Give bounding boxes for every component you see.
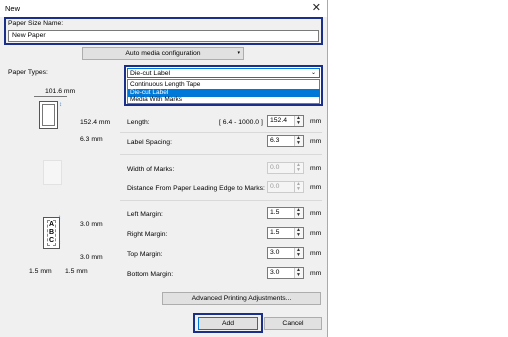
close-icon[interactable]: ✕ bbox=[312, 1, 321, 15]
length-range-label: [ 6.4 - 1000.0 ] bbox=[219, 119, 263, 126]
paper-types-group: Die-cut Label ⌄ Continuous Length Tape D… bbox=[124, 65, 323, 106]
length-stepper[interactable]: ▲ ▼ bbox=[294, 116, 303, 126]
left-margin-input[interactable]: 1.5 ▲ ▼ bbox=[267, 207, 304, 219]
length-input[interactable]: 152.4 ▲ ▼ bbox=[267, 115, 304, 127]
width-of-marks-value: 0.0 bbox=[270, 164, 280, 171]
paper-size-name-label: Paper Size Name: bbox=[8, 20, 64, 27]
right-margin-value: 1.5 bbox=[270, 229, 280, 236]
separator bbox=[120, 132, 322, 133]
length-value: 152.4 bbox=[270, 117, 288, 124]
title-bar: New ✕ bbox=[0, 0, 327, 17]
paper-types-label: Paper Types: bbox=[8, 69, 48, 76]
distance-to-marks-value: 0.0 bbox=[270, 183, 280, 190]
width-of-marks-input: 0.0 ▲ ▼ bbox=[267, 162, 304, 174]
right-margin-input[interactable]: 1.5 ▲ ▼ bbox=[267, 227, 304, 239]
window-title: New bbox=[5, 4, 21, 13]
auto-media-configuration-button[interactable]: Auto media configuration ▾ bbox=[82, 47, 244, 60]
top-margin-stepper[interactable]: ▲ ▼ bbox=[294, 248, 303, 258]
label-spacing-input[interactable]: 6.3 ▲ ▼ bbox=[267, 135, 304, 147]
label-preview-icon bbox=[39, 101, 58, 129]
right-margin-stepper[interactable]: ▲ ▼ bbox=[294, 228, 303, 238]
paper-types-selected-value: Die-cut Label bbox=[130, 70, 171, 77]
right-margin-unit: mm bbox=[310, 230, 322, 237]
preview-left-margin-label: 1.5 mm bbox=[29, 268, 52, 275]
dropdown-arrow-icon: ▾ bbox=[237, 50, 240, 56]
distance-to-marks-stepper: ▲ ▼ bbox=[294, 182, 303, 192]
right-margin-label: Right Margin: bbox=[127, 231, 168, 238]
left-margin-stepper[interactable]: ▲ ▼ bbox=[294, 208, 303, 218]
separator bbox=[120, 154, 322, 155]
bottom-margin-value: 3.0 bbox=[270, 269, 280, 276]
label-spacing-unit: mm bbox=[310, 138, 322, 145]
separator bbox=[120, 200, 322, 201]
preview-top-margin-label: 3.0 mm bbox=[80, 221, 103, 228]
marks-preview-icon bbox=[43, 160, 62, 185]
label-spacing-stepper[interactable]: ▲ ▼ bbox=[294, 136, 303, 146]
bottom-margin-arrow-icon: ↕ bbox=[58, 240, 61, 246]
width-of-marks-label: Width of Marks: bbox=[127, 166, 175, 173]
paper-type-option-continuous-length-tape[interactable]: Continuous Length Tape bbox=[128, 81, 320, 89]
left-margin-value: 1.5 bbox=[270, 209, 280, 216]
preview-length-label: 152.4 mm bbox=[80, 119, 111, 126]
paper-size-name-input[interactable]: New Paper bbox=[8, 30, 319, 42]
length-arrow-icon: ↕ bbox=[59, 102, 62, 108]
distance-to-marks-input: 0.0 ▲ ▼ bbox=[267, 181, 304, 193]
length-label: Length: bbox=[127, 119, 150, 126]
bottom-margin-stepper[interactable]: ▲ ▼ bbox=[294, 268, 303, 278]
margin-preview-text: ABC bbox=[49, 221, 55, 244]
top-margin-arrow-icon: ↕ bbox=[58, 215, 61, 221]
left-margin-unit: mm bbox=[310, 210, 322, 217]
paper-type-option-media-with-marks[interactable]: Media With Marks bbox=[128, 96, 320, 104]
new-paper-dialog: New ✕ Paper Size Name: New Paper Auto me… bbox=[0, 0, 328, 337]
distance-to-marks-unit: mm bbox=[310, 184, 322, 191]
top-margin-input[interactable]: 3.0 ▲ ▼ bbox=[267, 247, 304, 259]
preview-width-label: 101.6 mm bbox=[45, 88, 76, 95]
bottom-margin-input[interactable]: 3.0 ▲ ▼ bbox=[267, 267, 304, 279]
advanced-printing-adjustments-button[interactable]: Advanced Printing Adjustments... bbox=[162, 292, 321, 305]
preview-bottom-margin-label: 3.0 mm bbox=[80, 254, 103, 261]
length-unit: mm bbox=[310, 118, 322, 125]
paper-types-select[interactable]: Die-cut Label ⌄ bbox=[127, 68, 320, 78]
width-dimension-line bbox=[34, 96, 67, 97]
preview-spacing-label: 6.3 mm bbox=[80, 136, 103, 143]
distance-to-marks-label: Distance From Paper Leading Edge to Mark… bbox=[127, 185, 265, 192]
label-spacing-label: Label Spacing: bbox=[127, 139, 172, 146]
left-margin-label: Left Margin: bbox=[127, 211, 163, 218]
preview-right-margin-label: 1.5 mm bbox=[65, 268, 88, 275]
add-button[interactable]: Add bbox=[198, 317, 258, 330]
bottom-margin-unit: mm bbox=[310, 270, 322, 277]
cancel-button[interactable]: Cancel bbox=[264, 317, 322, 330]
paper-types-options-list: Continuous Length Tape Die-cut Label Med… bbox=[127, 79, 320, 104]
width-of-marks-unit: mm bbox=[310, 165, 322, 172]
top-margin-label: Top Margin: bbox=[127, 251, 163, 258]
top-margin-unit: mm bbox=[310, 250, 322, 257]
width-of-marks-stepper: ▲ ▼ bbox=[294, 163, 303, 173]
top-margin-value: 3.0 bbox=[270, 249, 280, 256]
bottom-margin-label: Bottom Margin: bbox=[127, 271, 174, 278]
label-spacing-value: 6.3 bbox=[270, 137, 280, 144]
chevron-down-icon: ⌄ bbox=[310, 70, 316, 76]
auto-media-configuration-label: Auto media configuration bbox=[125, 50, 201, 57]
